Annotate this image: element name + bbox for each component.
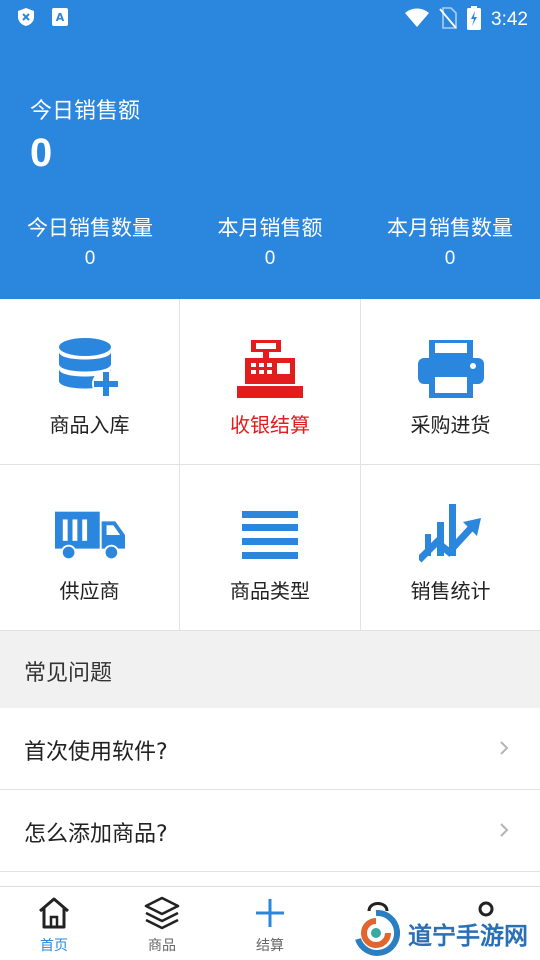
watermark-text: 道宁手游网 [408, 921, 528, 950]
stat-value: 0 [264, 248, 276, 269]
faq-item-add-product[interactable]: 怎么添加商品? [0, 790, 540, 872]
status-bar: A 3:42 [0, 0, 540, 36]
clock-time: 3:42 [491, 9, 528, 30]
grid-item-purchase[interactable]: 采购进货 [361, 299, 540, 465]
tab-label: 结算 [256, 938, 284, 954]
grid-item-label: 采购进货 [410, 413, 491, 437]
stat-value: 0 [84, 248, 96, 269]
grid-item-label: 商品类型 [230, 579, 310, 603]
list-icon [235, 503, 305, 567]
stat-label: 本月销售额 [217, 216, 323, 240]
home-icon [36, 895, 72, 931]
stat-month-amount: 本月销售额 0 [180, 212, 360, 270]
stat-label: 本月销售数量 [387, 216, 513, 240]
watermark-logo-icon [354, 909, 400, 956]
tab-label: 首页 [40, 938, 68, 954]
no-sim-icon [439, 7, 457, 33]
grid-item-sales-stats[interactable]: 销售统计 [361, 465, 540, 631]
svg-text:A: A [56, 11, 65, 24]
tab-label: 商品 [148, 938, 176, 954]
chevron-right-icon [500, 741, 509, 755]
sales-stats: 今日销售数量 0 本月销售额 0 本月销售数量 0 [0, 212, 540, 270]
faq-item-first-use[interactable]: 首次使用软件? [0, 708, 540, 790]
cash-register-icon [235, 337, 305, 401]
trend-chart-icon [416, 503, 486, 567]
keyboard-a-icon: A [50, 7, 70, 27]
faq-question: 首次使用软件? [24, 740, 168, 765]
grid-item-supplier[interactable]: 供应商 [0, 465, 180, 631]
tab-checkout[interactable]: 结算 [216, 887, 324, 960]
grid-item-category[interactable]: 商品类型 [180, 465, 361, 631]
today-sales-label: 今日销售额 [30, 99, 141, 124]
battery-charging-icon [467, 6, 482, 34]
grid-item-stock-in[interactable]: 商品入库 [0, 299, 180, 465]
sales-header: A 3:42 今日销售额 0 今日销售数量 0 本月销售额 0 本月销售数量 0 [0, 0, 540, 299]
faq-title: 常见问题 [24, 661, 113, 686]
tab-products[interactable]: 商品 [108, 887, 216, 960]
wifi-icon [405, 8, 430, 32]
grid-item-label: 销售统计 [410, 579, 491, 603]
stat-today-count: 今日销售数量 0 [0, 212, 180, 270]
truck-icon [54, 503, 125, 567]
database-add-icon [55, 337, 125, 401]
chevron-right-icon [500, 823, 509, 837]
grid-item-label: 收银结算 [230, 413, 310, 437]
tab-home[interactable]: 首页 [0, 887, 108, 960]
grid-item-label: 商品入库 [49, 413, 130, 437]
layers-icon [144, 895, 180, 931]
faq-question: 怎么添加商品? [24, 822, 168, 847]
stat-month-count: 本月销售数量 0 [360, 212, 540, 270]
grid-item-checkout[interactable]: 收银结算 [180, 299, 361, 465]
shield-icon [16, 7, 36, 27]
printer-icon [416, 337, 486, 401]
today-sales-value: 0 [30, 131, 53, 175]
grid-item-label: 供应商 [59, 579, 120, 603]
feature-grid: 商品入库 收银结算 采购进货 供应商 商品类型 销售统计 [0, 299, 540, 631]
faq-header: 常见问题 [0, 631, 540, 708]
stat-label: 今日销售数量 [27, 216, 153, 240]
stat-value: 0 [444, 248, 456, 269]
plus-icon [252, 895, 288, 931]
watermark: 道宁手游网 [352, 906, 540, 960]
